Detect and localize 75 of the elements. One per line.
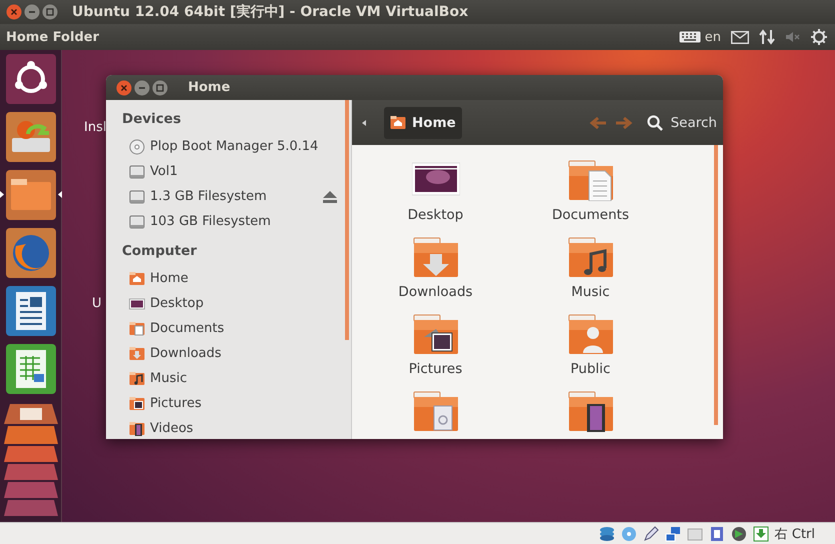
- sidebar-item[interactable]: Plop Boot Manager 5.0.14: [150, 139, 337, 154]
- videos-folder-icon: [566, 390, 614, 432]
- window-title: Home: [188, 80, 230, 95]
- drive-icon: [129, 188, 145, 204]
- close-icon[interactable]: [116, 80, 132, 96]
- sidebar-item[interactable]: 1.3 GB Filesystem: [150, 189, 318, 204]
- sidebar-item[interactable]: Music: [150, 371, 337, 386]
- sidebar-item[interactable]: Vol1: [150, 164, 337, 179]
- pictures-folder-icon: [129, 396, 145, 412]
- documents-folder-icon: [566, 159, 614, 201]
- keyboard-layout-label[interactable]: en: [704, 30, 721, 44]
- downloads-folder-icon: [129, 346, 145, 362]
- disc-icon: [129, 138, 145, 154]
- maximize-icon[interactable]: [42, 4, 58, 20]
- eject-icon[interactable]: [323, 190, 337, 202]
- sidebar-heading: Devices: [122, 110, 182, 129]
- sidebar-item[interactable]: Videos: [150, 421, 337, 436]
- documents-folder-icon: [129, 320, 145, 336]
- sidebar-item[interactable]: Pictures: [150, 396, 337, 411]
- maximize-icon[interactable]: [152, 80, 168, 96]
- search-button[interactable]: Search: [646, 114, 717, 130]
- sidebar-item[interactable]: Desktop: [150, 296, 337, 311]
- file-name[interactable]: Music: [571, 284, 610, 300]
- file-name[interactable]: Pictures: [408, 361, 462, 377]
- file-name[interactable]: Downloads: [398, 284, 473, 300]
- globe-fox-icon[interactable]: [6, 228, 56, 278]
- spreadsheet-icon[interactable]: [6, 344, 56, 394]
- dash-button[interactable]: [6, 54, 56, 104]
- network-screens-icon[interactable]: [664, 526, 681, 542]
- file-name[interactable]: Public: [570, 361, 610, 377]
- gear-icon[interactable]: [811, 29, 827, 45]
- installer-drive-icon[interactable]: [6, 112, 56, 162]
- templates-folder-icon: [412, 390, 460, 432]
- public-folder-icon: [566, 313, 614, 355]
- window-title: Ubuntu 12.04 64bit [実行中] - Oracle VM VirtualBox: [72, 3, 468, 21]
- music-folder-icon: [129, 370, 145, 386]
- scrollbar-drawing[interactable]: [714, 145, 718, 425]
- scrollbar-drawing[interactable]: [345, 100, 349, 340]
- sidebar-item[interactable]: Downloads: [150, 346, 337, 361]
- running-indicator-icon: [0, 191, 4, 198]
- sidebar-item[interactable]: Documents: [150, 321, 337, 336]
- envelope-icon[interactable]: [731, 30, 749, 44]
- scroll-left-icon[interactable]: [362, 120, 366, 126]
- sidebar-item[interactable]: Home: [150, 271, 337, 286]
- download-box-icon[interactable]: [752, 526, 769, 542]
- desktop-icon-label[interactable]: Insl: [84, 120, 106, 135]
- sidebar-heading: Computer: [122, 242, 198, 261]
- sidebar-item[interactable]: 103 GB Filesystem: [150, 214, 337, 229]
- drive-icon: [129, 164, 145, 180]
- app-title: Home Folder: [6, 30, 99, 44]
- file-name[interactable]: Documents: [552, 207, 629, 223]
- home-folder-icon: [129, 270, 145, 286]
- stacked-disks-icon[interactable]: [598, 526, 615, 542]
- network-arrows-icon[interactable]: [759, 29, 775, 45]
- pen-icon[interactable]: [642, 526, 659, 542]
- minimize-icon[interactable]: [24, 4, 40, 20]
- close-icon[interactable]: [6, 4, 22, 20]
- stacked-launcher-icons-drawing[interactable]: [4, 402, 58, 518]
- videos-folder-icon: [129, 420, 145, 436]
- music-folder-icon: [566, 236, 614, 278]
- document-icon[interactable]: [6, 286, 56, 336]
- drive-icon: [129, 214, 145, 230]
- file-name[interactable]: Desktop: [408, 207, 464, 223]
- downloads-folder-icon: [412, 236, 460, 278]
- desktop-icon: [129, 296, 145, 312]
- search-icon: [646, 114, 663, 130]
- minimize-icon[interactable]: [134, 80, 150, 96]
- pictures-folder-icon: [412, 313, 460, 355]
- home-folder-icon: [390, 114, 406, 130]
- speaker-muted-icon[interactable]: [785, 30, 801, 44]
- disc-icon[interactable]: [620, 526, 637, 542]
- path-button[interactable]: Home: [384, 106, 462, 138]
- desktop-icon-label[interactable]: U: [92, 296, 102, 311]
- keyboard-icon[interactable]: [678, 31, 701, 43]
- host-key-label: 右 Ctrl: [774, 526, 815, 542]
